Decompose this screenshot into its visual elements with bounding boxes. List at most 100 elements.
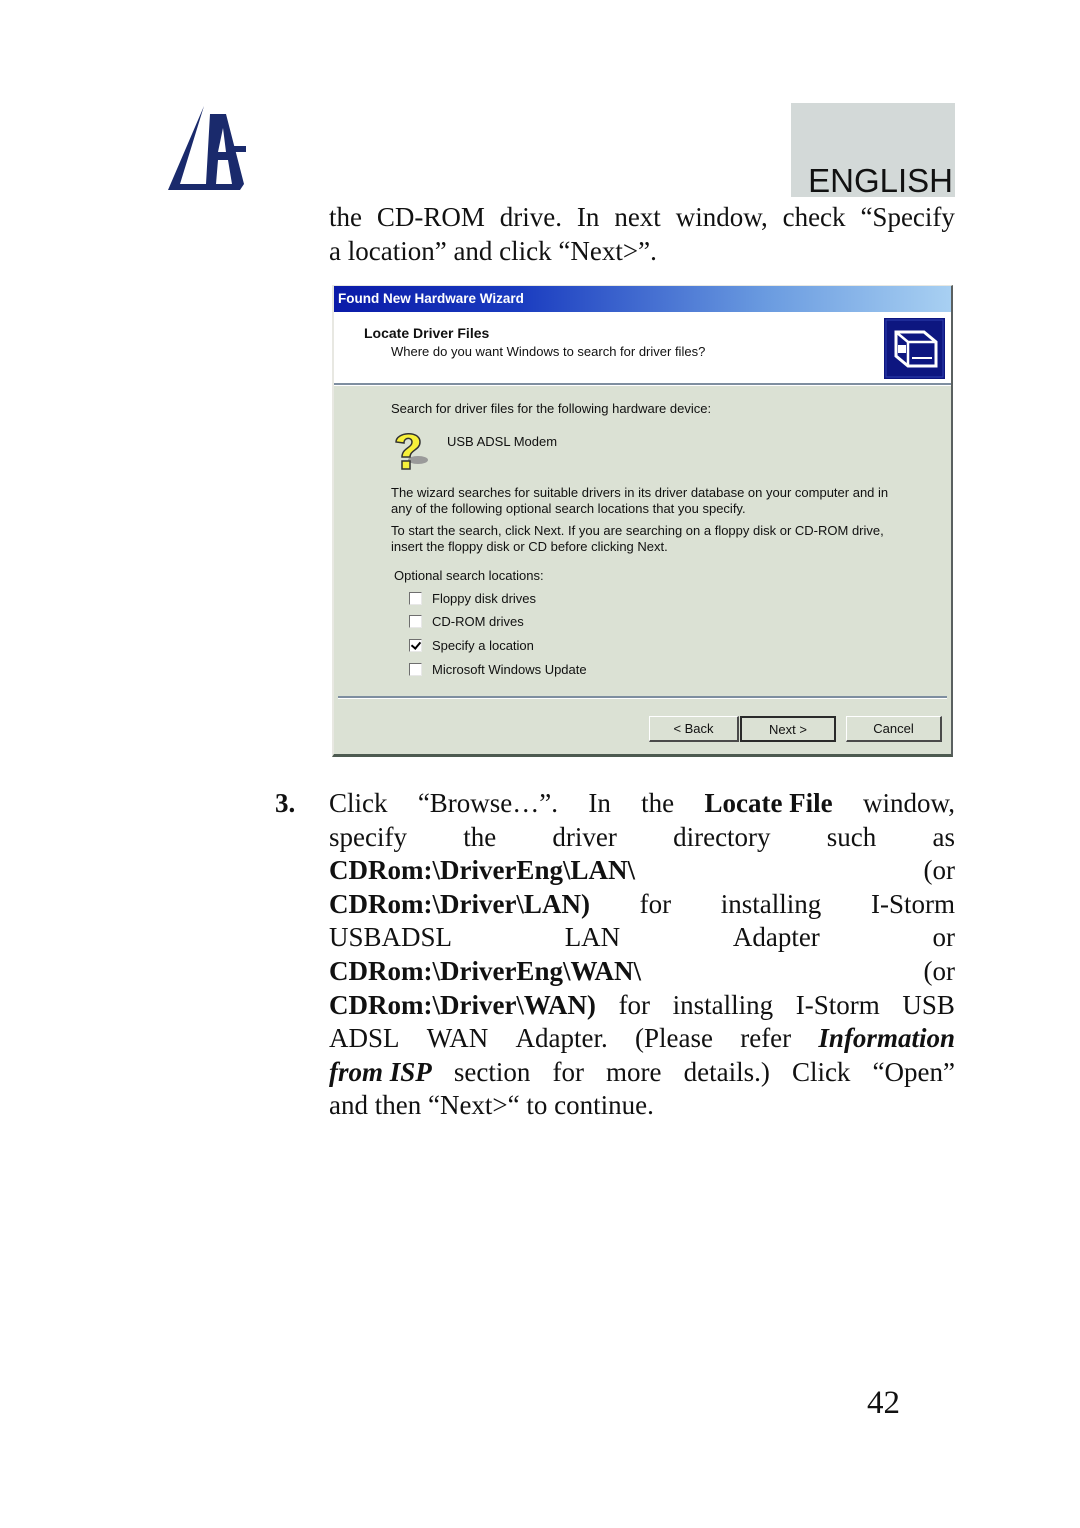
word: check (782, 202, 846, 232)
separator (338, 696, 947, 699)
word: details.) (683, 1056, 770, 1087)
language-banner: ENGLISH (791, 103, 955, 197)
wizard-description-2: To start the search, click Next. If you … (391, 523, 884, 555)
checkbox-cd-rom-drives[interactable]: CD-ROM drives (409, 612, 524, 630)
word: installing (672, 989, 774, 1020)
word: “Open” (872, 1056, 955, 1087)
word: installing (720, 888, 822, 919)
word: the (329, 202, 362, 232)
header-subtitle: Where do you want Windows to search for … (391, 344, 706, 359)
word: next (614, 202, 661, 232)
word: for (618, 989, 651, 1020)
atlantis-logo-icon (168, 106, 246, 190)
word: In (588, 788, 611, 818)
word: the (641, 788, 675, 818)
word: Adapter. (515, 1023, 608, 1054)
path-lan: CDRom:\Driver\LAN) (329, 888, 590, 919)
word: Adapter (732, 922, 820, 953)
word: I-Storm (795, 989, 880, 1020)
path-wan-eng: CDRom:\DriverEng\WAN\ (329, 955, 641, 986)
word: I-Storm (870, 888, 955, 919)
word: (Please (635, 1023, 713, 1054)
word: Click (329, 788, 388, 818)
checkbox[interactable] (409, 662, 422, 676)
intro-line-2: a location” and click “Next>”. (329, 235, 657, 266)
word: WAN (426, 1023, 489, 1054)
device-name: USB ADSL Modem (447, 434, 558, 449)
dialog-header: Locate Driver Files Where do you want Wi… (334, 312, 951, 385)
optional-locations-label: Optional search locations: (394, 568, 544, 583)
path-lan-eng: CDRom:\DriverEng\LAN\ (329, 855, 635, 886)
step-3-text: Click “Browse…”. In the Locate File wind… (329, 787, 955, 1123)
dialog-titlebar[interactable]: Found New Hardware Wizard (334, 286, 951, 312)
checkbox[interactable] (409, 591, 422, 605)
text-line: To start the search, click Next. If you … (391, 523, 884, 538)
word: driver (552, 821, 617, 852)
text-line: CDRom:\Driver\LAN) for installing I-Stor… (329, 888, 955, 922)
word: window, (675, 202, 768, 232)
step-number: 3. (275, 788, 296, 818)
text-line: from ISP section for more details.) Clic… (329, 1056, 955, 1090)
word: window, (862, 788, 955, 818)
text-line: CDRom:\Driver\WAN) for installing I-Stor… (329, 989, 955, 1023)
checkbox-checked[interactable] (409, 638, 422, 652)
intro-line-1: the CD-ROM drive. In next window, check … (329, 200, 955, 234)
text-line: CDRom:\DriverEng\WAN\ (or (329, 955, 955, 989)
checkbox-specify-location[interactable]: Specify a location (409, 636, 534, 654)
word: Click (791, 1056, 851, 1087)
text-line: any of the following optional search loc… (391, 501, 746, 516)
word: or (932, 922, 955, 953)
header-title: Locate Driver Files (364, 325, 490, 341)
checkbox-label: Microsoft Windows Update (432, 661, 587, 677)
checkbox-label: Floppy disk drives (432, 590, 537, 606)
text-line: and then “Next>“ to continue. (329, 1090, 654, 1121)
hardware-wizard-icon (884, 318, 945, 379)
word: (or (923, 855, 955, 886)
wizard-description-1: The wizard searches for suitable drivers… (391, 485, 888, 517)
intro-paragraph: the CD-ROM drive. In next window, check … (329, 200, 955, 268)
text-line: specify the driver directory such as (329, 821, 955, 855)
word: (or (923, 955, 955, 986)
checkbox-floppy-disk-drives[interactable]: Floppy disk drives (409, 589, 536, 607)
locate-file-bold: Locate File (704, 788, 833, 818)
checkbox-windows-update[interactable]: Microsoft Windows Update (409, 660, 587, 678)
word: In (576, 202, 600, 232)
word: CD-ROM (376, 202, 485, 232)
word: for (639, 888, 672, 919)
word: “Browse…”. (417, 788, 559, 818)
checkbox[interactable] (409, 614, 422, 628)
word: as (932, 821, 955, 852)
text-line: CDRom:\DriverEng\LAN\ (or (329, 854, 955, 888)
text-line: Click “Browse…”. In the Locate File wind… (329, 787, 955, 821)
checkbox-label: CD-ROM drives (432, 613, 524, 629)
text-line: USBADSL LAN Adapter or (329, 921, 955, 955)
found-new-hardware-wizard-dialog: Found New Hardware Wizard Locate Driver … (332, 285, 953, 757)
from-isp-reference: from ISP (329, 1056, 432, 1087)
search-label: Search for driver files for the followin… (391, 401, 712, 416)
word: more (606, 1056, 662, 1087)
path-wan: CDRom:\Driver\WAN) (329, 989, 596, 1020)
checkbox-label: Specify a location (432, 637, 534, 653)
word: the (463, 821, 497, 852)
next-button[interactable]: Next > (740, 716, 836, 742)
language-label: ENGLISH (808, 162, 953, 199)
cancel-button[interactable]: Cancel (846, 716, 942, 742)
word: directory (673, 821, 771, 852)
word: USBADSL (329, 922, 453, 953)
word: LAN (564, 922, 621, 953)
word: “Specify (860, 202, 955, 232)
word: specify (329, 821, 407, 852)
word: ADSL (329, 1023, 400, 1054)
back-button[interactable]: < Back (649, 716, 739, 742)
word: for (552, 1056, 584, 1087)
unknown-device-question-icon (395, 433, 428, 470)
word: section (453, 1056, 531, 1087)
word: USB (902, 989, 955, 1020)
word: such (826, 821, 877, 852)
information-reference: Information (818, 1023, 955, 1054)
text-line: insert the floppy disk or CD before clic… (391, 539, 668, 554)
word: refer (740, 1023, 792, 1054)
word: drive. (499, 202, 563, 232)
text-line: ADSL WAN Adapter. (Please refer Informat… (329, 1022, 955, 1056)
text-line: The wizard searches for suitable drivers… (391, 485, 889, 500)
